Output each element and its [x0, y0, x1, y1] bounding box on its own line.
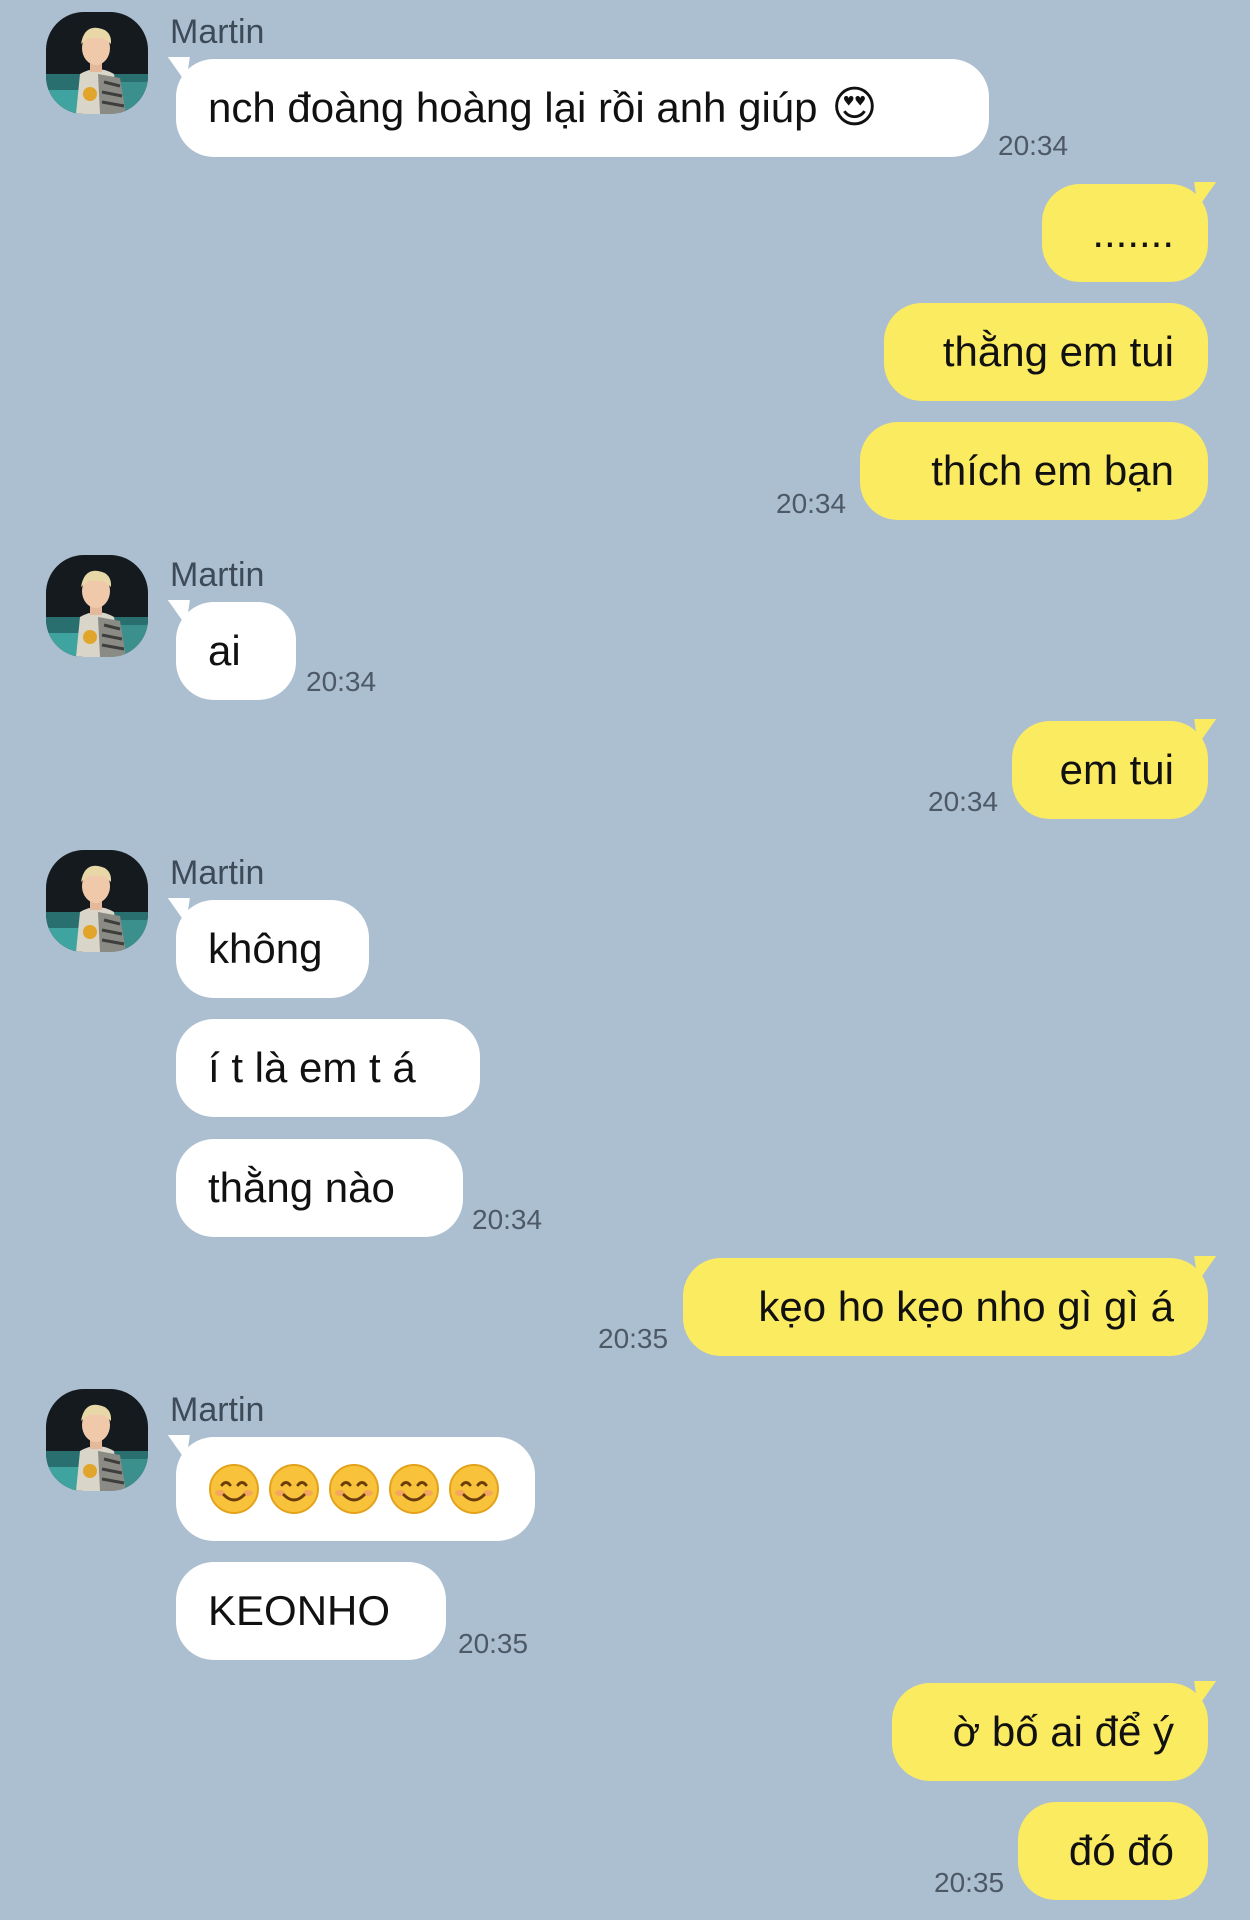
- avatar[interactable]: [46, 850, 148, 952]
- timestamp: 20:35: [598, 1323, 669, 1354]
- message-bubble[interactable]: thằng nào: [176, 1139, 463, 1237]
- timestamp: 20:34: [472, 1204, 543, 1235]
- timestamp: 20:34: [776, 488, 847, 519]
- smiling-face-icon: [268, 1463, 320, 1515]
- message-bubble[interactable]: đó đó: [1018, 1802, 1208, 1900]
- message-bubble[interactable]: í t là em t á: [176, 1019, 480, 1117]
- message-text: đó đó: [1068, 1827, 1174, 1874]
- message-text: em tui: [1059, 746, 1174, 793]
- timestamp: 20:34: [928, 786, 999, 817]
- message-text: thằng nào: [208, 1164, 395, 1211]
- message-bubble[interactable]: thích em bạn: [860, 422, 1208, 520]
- message-bubble[interactable]: .......: [1042, 184, 1208, 282]
- message-bubble[interactable]: KEONHO: [176, 1562, 446, 1660]
- message-text: KEONHO: [208, 1587, 391, 1634]
- message-text: .......: [1092, 209, 1174, 256]
- sender-name: Martin: [170, 854, 265, 892]
- message-text: thích em bạn: [931, 447, 1174, 494]
- message-bubble[interactable]: ai: [176, 602, 296, 700]
- message-text: nch đoàng hoàng lại rồi anh giúp: [208, 84, 818, 131]
- emoji-row: [208, 1463, 500, 1515]
- sender-name: Martin: [170, 13, 265, 51]
- message-bubble[interactable]: không: [176, 900, 369, 998]
- message-bubble[interactable]: nch đoàng hoàng lại rồi anh giúp 😍: [176, 59, 989, 157]
- message-text: thằng em tui: [942, 328, 1174, 375]
- smiling-face-icon: [448, 1463, 500, 1515]
- message-text: ai: [208, 627, 241, 674]
- avatar[interactable]: [46, 12, 148, 114]
- avatar[interactable]: [46, 1389, 148, 1491]
- message-bubble[interactable]: kẹo ho kẹo nho gì gì á: [683, 1258, 1208, 1356]
- message-bubble[interactable]: ờ bố ai để ý: [892, 1683, 1208, 1781]
- message-bubble[interactable]: em tui: [1012, 721, 1208, 819]
- sender-name: Martin: [170, 556, 265, 594]
- message-text: kẹo ho kẹo nho gì gì á: [758, 1283, 1174, 1330]
- sender-name: Martin: [170, 1391, 265, 1429]
- message-bubble[interactable]: thằng em tui: [884, 303, 1208, 401]
- avatar[interactable]: [46, 555, 148, 657]
- message-bubble[interactable]: [176, 1437, 535, 1541]
- message-text: ờ bố ai để ý: [952, 1708, 1174, 1755]
- timestamp: 20:35: [934, 1867, 1005, 1898]
- timestamp: 20:35: [458, 1628, 529, 1659]
- heart-eyes-emoji-icon: 😍: [831, 82, 878, 133]
- message-text: không: [208, 925, 323, 972]
- message-text: í t là em t á: [208, 1044, 416, 1091]
- timestamp: 20:34: [306, 666, 377, 697]
- smiling-face-icon: [208, 1463, 260, 1515]
- smiling-face-icon: [388, 1463, 440, 1515]
- smiling-face-icon: [328, 1463, 380, 1515]
- timestamp: 20:34: [998, 130, 1069, 161]
